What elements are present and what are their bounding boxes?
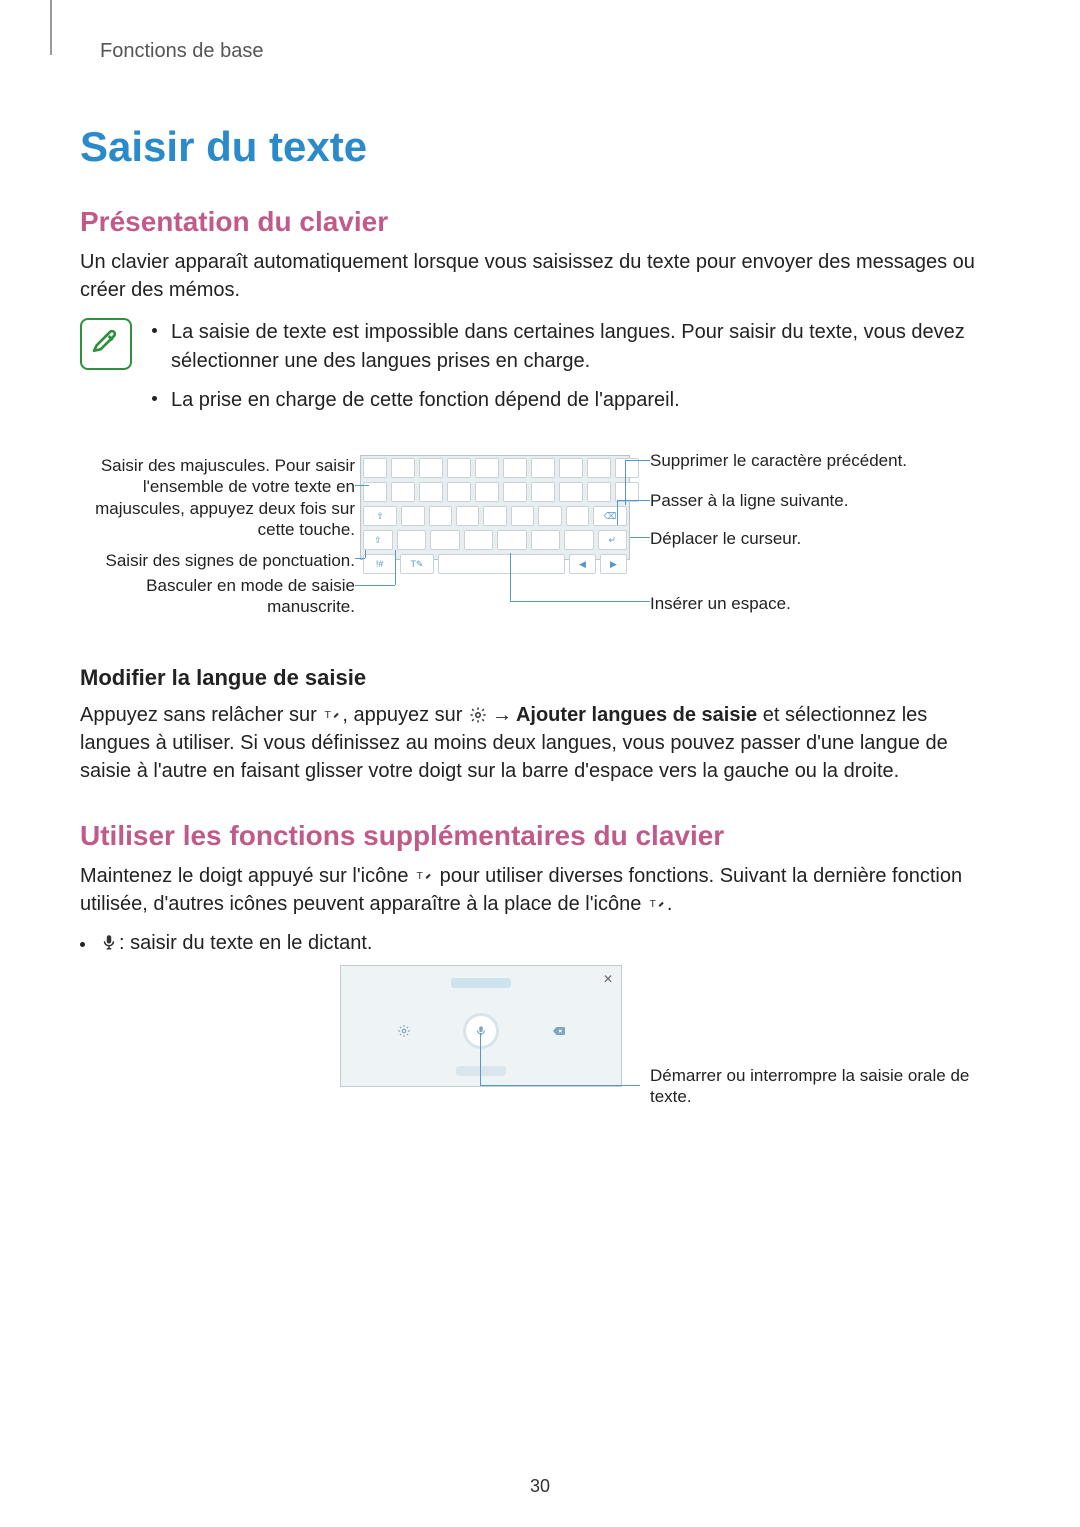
bullet-text: : saisir du texte en le dictant. <box>119 932 372 955</box>
section-heading-presentation: Présentation du clavier <box>80 206 1000 238</box>
note-box: La saisie de texte est impossible dans c… <box>80 318 1000 425</box>
gear-icon <box>393 1020 415 1042</box>
callout-return: Passer à la ligne suivante. <box>650 490 848 511</box>
bullet-icon <box>152 328 157 333</box>
svg-text:T: T <box>649 898 656 910</box>
backspace-key-icon: ⌫ <box>593 506 627 526</box>
svg-text:T: T <box>417 870 424 882</box>
arrow-right-icon: → <box>492 701 512 729</box>
microphone-icon <box>466 1016 496 1046</box>
bullet-icon <box>152 396 157 401</box>
keyboard-diagram: ⇧ ⌫ ⇧ ↵ !#T✎ ◀▶ Saisir des majuscules. Pour… <box>80 445 1000 625</box>
voice-language-bar <box>456 1066 506 1076</box>
note-text: La saisie de texte est impossible dans c… <box>171 318 1000 376</box>
note-text: La prise en charge de cette fonction dép… <box>171 386 680 415</box>
shift-key-icon: ⇧ <box>363 530 393 550</box>
page-title: Saisir du texte <box>80 123 1000 171</box>
voice-result-bar <box>451 978 511 988</box>
handwriting-icon: T <box>322 705 342 725</box>
return-key-icon: ↵ <box>598 530 628 550</box>
keyboard-body: ⇧⌫ ⇧↵ !#T✎◀▶ <box>360 455 630 560</box>
note-item: La saisie de texte est impossible dans c… <box>152 318 1000 376</box>
backspace-icon <box>548 1020 570 1042</box>
voice-input-diagram: ✕ Démarrer ou interrompre la saisie oral… <box>340 965 1040 1115</box>
gear-icon <box>468 705 488 725</box>
handwriting-icon: T <box>647 894 667 914</box>
breadcrumb: Fonctions de base <box>100 40 1000 63</box>
callout-punctuation: Saisir des signes de ponctuation. <box>80 550 355 571</box>
handwriting-key-icon: T✎ <box>400 554 433 574</box>
svg-text:T: T <box>325 709 332 721</box>
subheading-language: Modifier la langue de saisie <box>80 665 1000 691</box>
callout-shift: Saisir des majuscules. Pour saisir l'ens… <box>80 455 355 540</box>
language-paragraph: Appuyez sans relâcher sur T, appuyez sur… <box>80 701 1000 785</box>
handwriting-icon: T <box>414 866 434 886</box>
intro-paragraph: Un clavier apparaît automatiquement lors… <box>80 248 1000 304</box>
microphone-icon <box>99 932 119 952</box>
voice-panel: ✕ <box>340 965 622 1087</box>
shift-key-icon: ⇧ <box>363 506 397 526</box>
menu-item-add-input-languages: Ajouter langues de saisie <box>516 704 757 726</box>
bullet-voice-input: : saisir du texte en le dictant. <box>80 932 1000 955</box>
note-item: La prise en charge de cette fonction dép… <box>152 386 1000 415</box>
callout-cursor: Déplacer le curseur. <box>650 528 801 549</box>
cursor-right-icon: ▶ <box>600 554 627 574</box>
callout-handwriting: Basculer en mode de saisie manuscrite. <box>80 575 355 618</box>
callout-voice: Démarrer ou interrompre la saisie orale … <box>650 1065 970 1108</box>
punctuation-key-icon: !# <box>363 554 396 574</box>
bullet-icon <box>80 942 85 947</box>
section-heading-extra: Utiliser les fonctions supplémentaires d… <box>80 820 1000 852</box>
header-rule <box>50 0 52 55</box>
callout-backspace: Supprimer le caractère précédent. <box>650 450 907 471</box>
extra-paragraph: Maintenez le doigt appuyé sur l'icône T … <box>80 862 1000 918</box>
callout-space: Insérer un espace. <box>650 593 791 614</box>
close-icon: ✕ <box>603 972 613 986</box>
note-icon <box>80 318 132 370</box>
page-number: 30 <box>0 1476 1080 1497</box>
cursor-left-icon: ◀ <box>569 554 596 574</box>
